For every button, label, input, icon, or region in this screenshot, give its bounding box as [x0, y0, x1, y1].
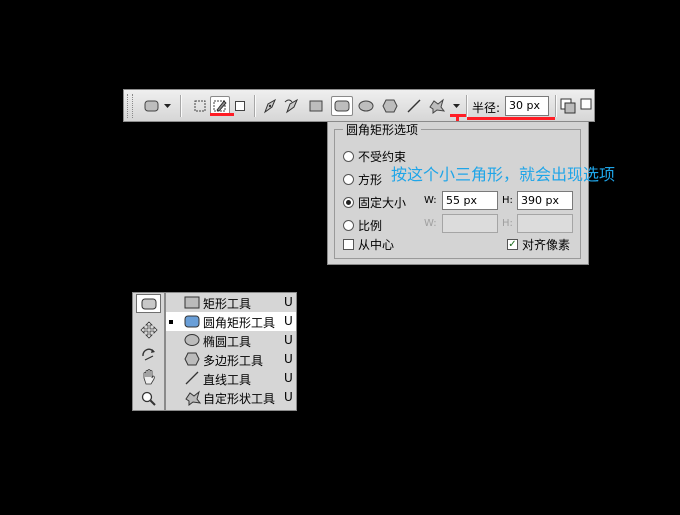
fixed-width-input[interactable]: 55 px	[442, 191, 498, 210]
rotate-view-icon[interactable]	[136, 345, 161, 364]
radius-highlight	[467, 117, 555, 120]
menu-item-label: 多边形工具	[203, 354, 264, 368]
geometry-options-arrow-icon[interactable]	[451, 96, 463, 116]
polygon-icon[interactable]	[380, 96, 400, 116]
current-tool-bullet	[169, 320, 173, 324]
rounded-rect-tool-button[interactable]	[136, 294, 161, 313]
ratio-width-input	[442, 214, 498, 233]
option-label: 方形	[358, 173, 383, 187]
menu-item-shortcut: U	[284, 371, 293, 385]
option-proportional[interactable]: 比例	[343, 217, 382, 234]
shape-layers-icon[interactable]	[190, 96, 210, 116]
option-label: 比例	[358, 219, 383, 233]
menu-item-shortcut: U	[284, 390, 293, 404]
menu-item-shortcut: U	[284, 295, 293, 309]
paths-highlight	[210, 113, 234, 116]
fixed-width-label: W:	[424, 195, 437, 206]
rounded-rect-tool-icon[interactable]	[142, 96, 162, 116]
option-square[interactable]: 方形	[343, 171, 382, 188]
separator	[466, 95, 468, 117]
menu-item-rounded-rect-tool[interactable]: 圆角矩形工具 U	[166, 312, 296, 331]
panel-title: 圆角矩形选项	[346, 123, 419, 137]
checkbox-label: 从中心	[358, 238, 395, 252]
radius-label: 半径:	[472, 101, 501, 115]
ellipse-icon	[184, 333, 200, 350]
option-label: 固定大小	[358, 196, 407, 210]
combine-icon[interactable]	[558, 96, 578, 116]
menu-item-ellipse-tool[interactable]: 椭圆工具 U	[166, 331, 296, 350]
move-tool-icon[interactable]	[136, 320, 161, 339]
dropdown-arrow-icon[interactable]	[162, 96, 174, 116]
rectangle-icon	[184, 295, 200, 312]
checkbox[interactable]	[343, 239, 354, 250]
menu-item-rectangle-tool[interactable]: 矩形工具 U	[166, 293, 296, 312]
menu-item-polygon-tool[interactable]: 多边形工具 U	[166, 350, 296, 369]
line-icon	[184, 371, 200, 388]
option-fixed-size[interactable]: 固定大小	[343, 194, 406, 211]
menu-item-shortcut: U	[284, 314, 293, 328]
radio-button[interactable]	[343, 151, 354, 162]
menu-item-label: 矩形工具	[203, 297, 252, 311]
separator	[180, 95, 182, 117]
custom-shape-icon[interactable]	[427, 96, 447, 116]
ratio-height-input	[517, 214, 573, 233]
subtract-icon[interactable]	[578, 96, 594, 116]
menu-item-label: 圆角矩形工具	[203, 316, 276, 330]
menu-item-shortcut: U	[284, 333, 293, 347]
radius-input[interactable]: 30 px	[505, 96, 549, 116]
menu-item-label: 直线工具	[203, 373, 252, 387]
custom-shape-icon	[184, 390, 202, 409]
snap-pixels-checkbox[interactable]: ✓ 对齐像素	[507, 236, 570, 253]
rounded-rectangle-icon[interactable]	[331, 96, 353, 116]
line-icon[interactable]	[404, 96, 424, 116]
checkmark-icon[interactable]: ✓	[507, 239, 518, 250]
shape-tools-flyout: 矩形工具 U 圆角矩形工具 U 椭圆工具 U 多边形工具 U 直线工具 U 自定…	[165, 292, 297, 411]
rectangle-icon[interactable]	[306, 96, 326, 116]
hand-tool-icon[interactable]	[136, 367, 161, 386]
ratio-width-label: W:	[424, 218, 437, 229]
radio-button[interactable]	[343, 197, 354, 208]
radio-button[interactable]	[343, 174, 354, 185]
menu-item-custom-shape-tool[interactable]: 自定形状工具 U	[166, 388, 296, 407]
menu-item-label: 自定形状工具	[203, 392, 276, 406]
separator	[254, 95, 256, 117]
options-bar-grip[interactable]	[127, 94, 133, 118]
zoom-tool-icon[interactable]	[136, 389, 161, 408]
menu-item-line-tool[interactable]: 直线工具 U	[166, 369, 296, 388]
fixed-height-label: H:	[502, 195, 513, 206]
checkbox-label: 对齐像素	[522, 238, 571, 252]
separator	[555, 95, 557, 117]
ellipse-icon[interactable]	[356, 96, 376, 116]
pen-icon[interactable]	[260, 96, 280, 116]
annotation-text: 按这个小三角形，就会出现选项	[391, 165, 616, 184]
polygon-icon	[184, 352, 200, 369]
tools-panel	[132, 292, 165, 411]
rounded-rect-options-panel: 圆角矩形选项 不受约束 方形 固定大小 W: 55 px H: 390 px 比…	[327, 121, 589, 265]
radio-button[interactable]	[343, 220, 354, 231]
ratio-height-label: H:	[502, 218, 513, 229]
from-center-checkbox[interactable]: 从中心	[343, 236, 394, 253]
fixed-height-input[interactable]: 390 px	[517, 191, 573, 210]
menu-item-shortcut: U	[284, 352, 293, 366]
menu-item-label: 椭圆工具	[203, 335, 252, 349]
rounded-rectangle-icon	[184, 314, 200, 331]
freeform-pen-icon[interactable]	[282, 96, 302, 116]
